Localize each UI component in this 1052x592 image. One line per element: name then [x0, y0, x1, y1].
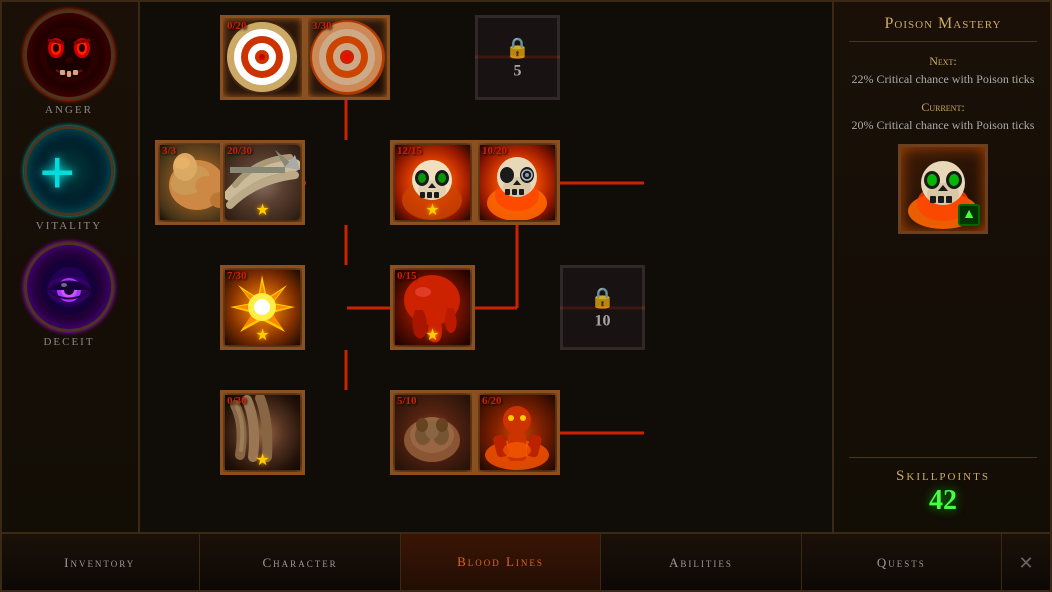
nav-abilities-label: Abilities — [669, 555, 733, 571]
node-counter: 7/30 — [227, 270, 247, 282]
next-label: Next: — [929, 54, 957, 68]
skill-node-blood[interactable]: 0/15 ★ — [390, 265, 475, 350]
lock-overlay-1: 🔒 5 — [505, 35, 530, 80]
node-counter: 0/20 — [227, 20, 247, 32]
skill-node-lava[interactable]: 6/20 — [475, 390, 560, 475]
vitality-icon — [24, 126, 114, 216]
nav-inventory[interactable]: Inventory — [0, 534, 200, 592]
node-counter: 20/30 — [227, 145, 252, 157]
nav-abilities[interactable]: Abilities — [601, 534, 801, 592]
node-star: ★ — [255, 450, 269, 470]
nav-quests[interactable]: Quests — [802, 534, 1002, 592]
nav-blood-lines[interactable]: Blood Lines — [401, 534, 601, 592]
deceit-svg — [37, 255, 102, 320]
skill-node-target1[interactable]: 0/20 — [220, 15, 305, 100]
panel-title: Poison Mastery — [849, 15, 1037, 42]
skill-node-slash[interactable]: 0/30 ★ — [220, 390, 305, 475]
next-desc: 22% Critical chance with Poison ticks — [852, 72, 1035, 86]
skill-node-target2[interactable]: 3/30 — [305, 15, 390, 100]
upgrade-icon: ▲ — [962, 207, 976, 223]
stat-deceit[interactable]: Deceit — [14, 242, 124, 348]
skill-preview: ▲ — [898, 144, 988, 234]
close-button[interactable]: ✕ — [1002, 534, 1052, 592]
node-counter: 3/30 — [312, 20, 332, 32]
skill-node-locked1[interactable]: 🔒 5 — [475, 15, 560, 100]
lock-icon-1: 🔒 — [505, 35, 530, 60]
anger-label: Anger — [45, 104, 93, 116]
skill-node-explosion[interactable]: 7/30 ★ — [220, 265, 305, 350]
stat-vitality[interactable]: Vitality — [14, 126, 124, 232]
node-counter: 3/3 — [162, 145, 176, 157]
skillpoints-label: Skillpoints — [849, 468, 1037, 485]
node-star: ★ — [425, 325, 439, 345]
close-icon: ✕ — [1018, 553, 1035, 574]
skillpoints-value: 42 — [849, 485, 1037, 517]
main-area: Anger Vitality — [0, 0, 1052, 532]
lock-overlay-2: 🔒 10 — [590, 285, 615, 330]
bottom-nav: Inventory Character Blood Lines Abilitie… — [0, 532, 1052, 592]
anger-icon — [24, 10, 114, 100]
nav-inventory-label: Inventory — [64, 555, 135, 571]
nav-quests-label: Quests — [877, 555, 926, 571]
deceit-icon — [24, 242, 114, 332]
panel-current-section: Current: 20% Critical chance with Poison… — [849, 98, 1037, 134]
node-counter: 0/15 — [397, 270, 417, 282]
nav-character-label: Character — [263, 555, 338, 571]
skillpoints-section: Skillpoints 42 — [849, 457, 1037, 517]
skill-node-locked2[interactable]: 🔒 10 — [560, 265, 645, 350]
node-counter: 0/30 — [227, 395, 247, 407]
skill-tree: 0/20 3/30 — [140, 0, 832, 532]
skill-node-armor[interactable]: 5/10 — [390, 390, 475, 475]
upgrade-arrow[interactable]: ▲ — [958, 204, 980, 226]
vitality-label: Vitality — [36, 220, 102, 232]
deceit-label: Deceit — [43, 336, 94, 348]
node-star: ★ — [255, 200, 269, 220]
stat-anger[interactable]: Anger — [14, 10, 124, 116]
node-star: ★ — [255, 325, 269, 345]
anger-svg — [34, 20, 104, 90]
lock-icon-2: 🔒 — [590, 285, 615, 310]
node-star: ★ — [425, 200, 439, 220]
node-counter: 5/10 — [397, 395, 417, 407]
skill-node-fire-skull[interactable]: 10/20 — [475, 140, 560, 225]
vitality-cross — [39, 141, 99, 201]
panel-next-section: Next: 22% Critical chance with Poison ti… — [849, 52, 1037, 88]
skill-node-skull1[interactable]: 12/15 — [390, 140, 475, 225]
node-counter: 6/20 — [482, 395, 502, 407]
lock-number-1: 5 — [514, 62, 522, 80]
current-label: Current: — [921, 100, 964, 114]
left-sidebar: Anger Vitality — [0, 0, 140, 532]
nav-character[interactable]: Character — [200, 534, 400, 592]
skill-node-arrow[interactable]: 20/30 ★ — [220, 140, 305, 225]
lock-number-2: 10 — [595, 312, 611, 330]
right-panel: Poison Mastery Next: 22% Critical chance… — [832, 0, 1052, 532]
current-desc: 20% Critical chance with Poison ticks — [852, 118, 1035, 132]
nav-blood-lines-label: Blood Lines — [457, 554, 544, 570]
node-counter: 10/20 — [482, 145, 507, 157]
node-counter: 12/15 — [397, 145, 422, 157]
